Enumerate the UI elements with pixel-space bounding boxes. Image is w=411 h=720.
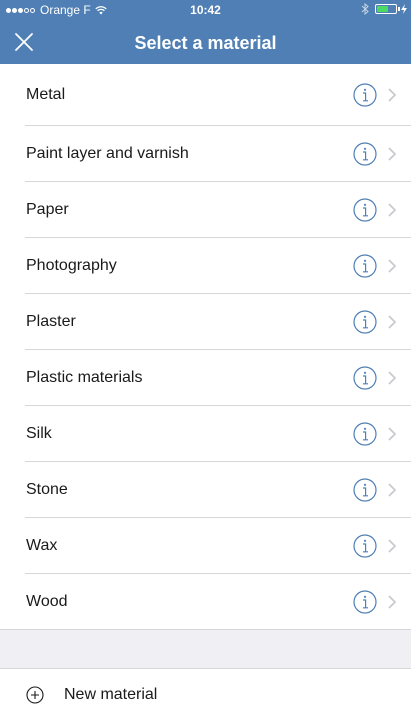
list-item[interactable]: Metal — [0, 64, 411, 126]
list-item[interactable]: Wood — [0, 574, 411, 630]
chevron-right-icon — [388, 371, 396, 385]
charging-icon — [401, 4, 407, 14]
info-icon[interactable] — [353, 366, 377, 390]
material-list: Metal Paint layer and varnish Paper Phot… — [0, 64, 411, 630]
list-item[interactable]: Paper — [0, 182, 411, 238]
list-item[interactable]: Photography — [0, 238, 411, 294]
material-label: Plastic materials — [26, 369, 143, 386]
list-item[interactable]: Plaster — [0, 294, 411, 350]
plus-circle-icon — [26, 685, 44, 704]
battery-icon — [375, 4, 397, 14]
chevron-right-icon — [388, 88, 396, 102]
status-right — [361, 3, 407, 15]
info-icon[interactable] — [353, 478, 377, 502]
material-label: Wax — [26, 537, 58, 554]
chevron-right-icon — [388, 595, 396, 609]
list-item[interactable]: Wax — [0, 518, 411, 574]
list-item[interactable]: Silk — [0, 406, 411, 462]
info-icon[interactable] — [353, 590, 377, 614]
chevron-right-icon — [388, 539, 396, 553]
material-label: Paint layer and varnish — [26, 145, 189, 162]
chevron-right-icon — [388, 259, 396, 273]
info-icon[interactable] — [353, 422, 377, 446]
chevron-right-icon — [388, 203, 396, 217]
nav-bar: Select a material — [0, 20, 411, 64]
screen: Orange F 10:42 Select a material Metal P… — [0, 0, 411, 720]
list-item[interactable]: Stone — [0, 462, 411, 518]
material-label: Paper — [26, 201, 69, 218]
info-icon[interactable] — [353, 310, 377, 334]
status-time: 10:42 — [190, 3, 221, 17]
new-material-label: New material — [64, 685, 158, 703]
info-icon[interactable] — [353, 83, 377, 107]
material-label: Plaster — [26, 313, 76, 330]
info-icon[interactable] — [353, 198, 377, 222]
material-label: Stone — [26, 481, 68, 498]
close-button[interactable] — [10, 28, 38, 56]
list-item[interactable]: Plastic materials — [0, 350, 411, 406]
close-icon — [15, 33, 33, 51]
material-label: Silk — [26, 425, 52, 442]
section-separator — [0, 630, 411, 669]
chevron-right-icon — [388, 483, 396, 497]
material-label: Wood — [26, 593, 68, 610]
chevron-right-icon — [388, 147, 396, 161]
info-icon[interactable] — [353, 254, 377, 278]
list-item[interactable]: Paint layer and varnish — [0, 126, 411, 182]
new-material-button[interactable]: New material — [0, 669, 411, 720]
status-bar: Orange F 10:42 — [0, 0, 411, 20]
chevron-right-icon — [388, 427, 396, 441]
bluetooth-icon — [361, 3, 369, 15]
material-label: Photography — [26, 257, 117, 274]
info-icon[interactable] — [353, 142, 377, 166]
page-title: Select a material — [134, 33, 277, 53]
info-icon[interactable] — [353, 534, 377, 558]
chevron-right-icon — [388, 315, 396, 329]
material-label: Metal — [26, 86, 66, 103]
